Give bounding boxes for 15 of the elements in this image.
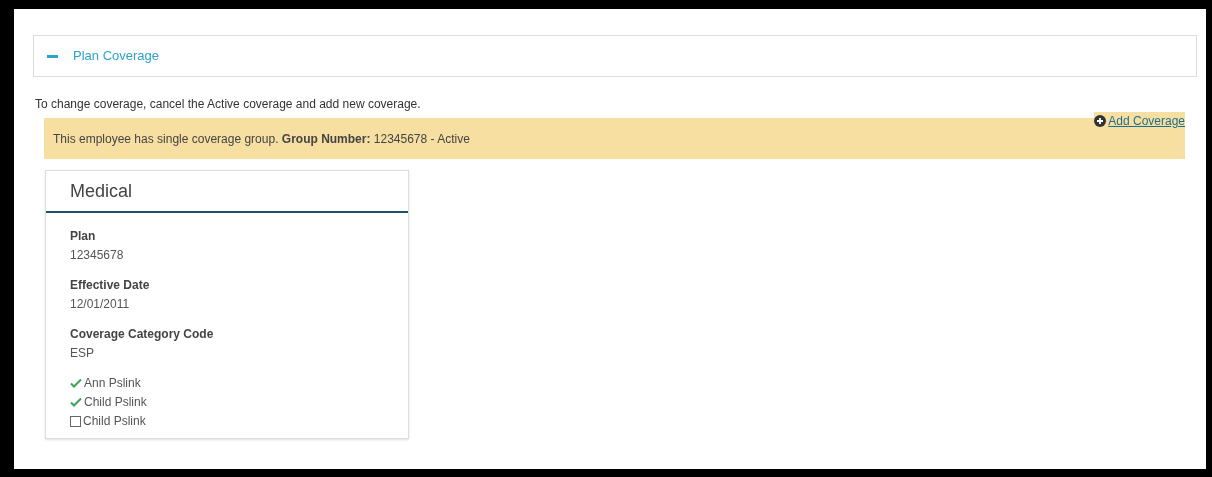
- field-value: 12345678: [70, 247, 125, 264]
- member-name: Child Pslink: [84, 394, 147, 411]
- member-name: Ann Pslink: [84, 375, 141, 392]
- member-name: Child Pslink: [83, 413, 146, 430]
- field-value: ESP: [70, 345, 95, 362]
- field-label: Coverage Category Code: [70, 326, 215, 343]
- add-coverage-link[interactable]: Add Coverage: [1094, 112, 1185, 130]
- checkbox[interactable]: [70, 415, 81, 427]
- instruction-text: To change coverage, cancel the Active coverage and add new coverage.: [35, 96, 422, 113]
- plus-circle-icon: [1094, 115, 1107, 127]
- field-value: 12/01/2011: [70, 296, 131, 313]
- accordion-header[interactable]: Plan Coverage: [33, 35, 1197, 77]
- field-label: Plan: [70, 228, 97, 245]
- field-label: Effective Date: [70, 277, 151, 294]
- card-title: Medical: [70, 179, 133, 203]
